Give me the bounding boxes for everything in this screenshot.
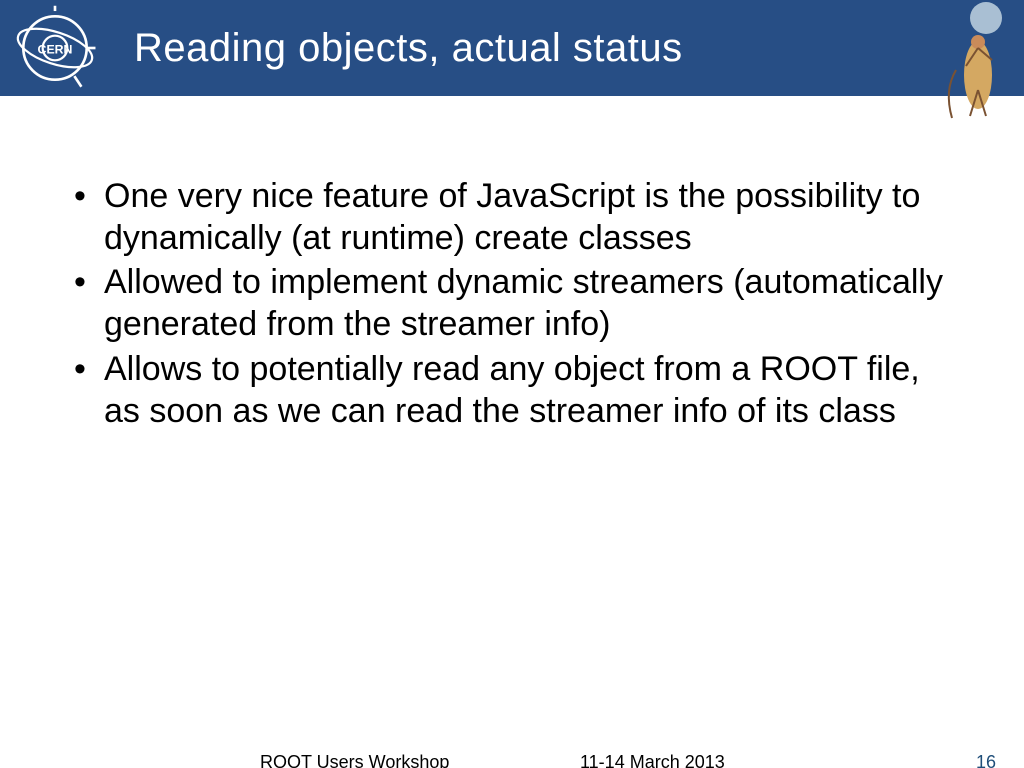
- footer-date: 11-14 March 2013: [580, 752, 725, 768]
- svg-text:CERN: CERN: [38, 42, 73, 56]
- cern-logo: CERN: [0, 0, 110, 96]
- page-number: 16: [976, 752, 996, 768]
- list-item: Allows to potentially read any object fr…: [72, 348, 964, 432]
- header-band: CERN Reading objects, actual status: [0, 0, 1024, 96]
- list-item: Allowed to implement dynamic streamers (…: [72, 261, 964, 345]
- slide-title: Reading objects, actual status: [134, 26, 683, 71]
- bullet-list: One very nice feature of JavaScript is t…: [72, 175, 964, 432]
- list-item: One very nice feature of JavaScript is t…: [72, 175, 964, 259]
- footer-event: ROOT Users Workshop: [260, 752, 449, 768]
- content-area: One very nice feature of JavaScript is t…: [72, 175, 964, 434]
- decorative-figure: [936, 0, 1016, 120]
- slide: CERN Reading objects, actual status One …: [0, 0, 1024, 768]
